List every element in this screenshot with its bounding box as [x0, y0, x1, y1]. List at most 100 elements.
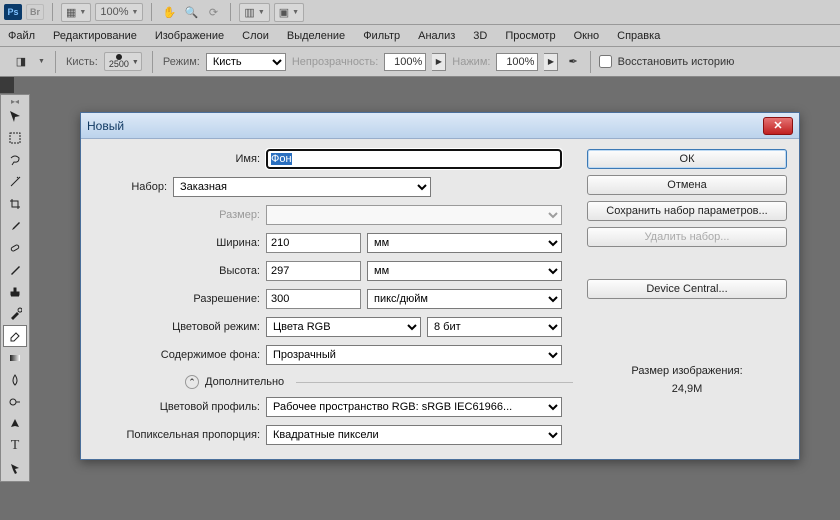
save-preset-button[interactable]: Сохранить набор параметров... [587, 201, 787, 221]
arrange-documents[interactable]: ▥▼ [239, 3, 269, 22]
color-mode-select[interactable]: Цвета RGB [266, 317, 421, 337]
height-label: Высота: [106, 265, 266, 277]
blur-tool[interactable] [3, 369, 27, 391]
dialog-titlebar[interactable]: Новый ✕ [81, 113, 799, 139]
dodge-tool[interactable] [3, 391, 27, 413]
menu-layer[interactable]: Слои [242, 30, 269, 42]
mode-label: Режим: [163, 56, 200, 68]
brush-preset-picker[interactable]: 2500 ▼ [104, 52, 142, 71]
opacity-value[interactable]: 100% [384, 53, 426, 71]
tab-well[interactable] [0, 77, 14, 93]
preset-label: Набор: [93, 181, 173, 193]
stamp-tool[interactable] [3, 281, 27, 303]
pen-tool[interactable] [3, 413, 27, 435]
dialog-title: Новый [87, 119, 124, 133]
app-bar: Ps Br ▦▼ 100%▼ ✋ 🔍 ⟳ ▥▼ ▣▼ [0, 0, 840, 25]
move-tool[interactable] [3, 105, 27, 127]
menu-edit[interactable]: Редактирование [53, 30, 137, 42]
bridge-icon[interactable]: Br [26, 4, 44, 20]
eraser-tool[interactable] [3, 325, 27, 347]
erase-history-label: Восстановить историю [618, 56, 735, 68]
wand-icon [8, 175, 22, 189]
dialog-form: Имя: Набор: Заказная Размер: Ширина: мм [93, 149, 573, 445]
wand-tool[interactable] [3, 171, 27, 193]
opacity-label: Непрозрачность: [292, 56, 378, 68]
brush-icon [8, 263, 22, 277]
menu-select[interactable]: Выделение [287, 30, 345, 42]
screen-icon: ▣ [279, 6, 289, 19]
path-select-tool[interactable] [3, 457, 27, 479]
color-profile-select[interactable]: Рабочее пространство RGB: sRGB IEC61966.… [266, 397, 562, 417]
eraser-tool-icon[interactable]: ◨ [10, 53, 32, 71]
ok-button[interactable]: ОК [587, 149, 787, 169]
mode-select[interactable]: Кисть [206, 53, 286, 71]
eyedropper-tool[interactable] [3, 215, 27, 237]
launch-menu[interactable]: ▦▼ [61, 3, 91, 22]
name-label: Имя: [93, 153, 266, 165]
crop-tool[interactable] [3, 193, 27, 215]
menu-filter[interactable]: Фильтр [363, 30, 400, 42]
screen-mode[interactable]: ▣▼ [274, 3, 304, 22]
color-profile-label: Цветовой профиль: [106, 401, 266, 413]
pixel-aspect-label: Попиксельная пропорция: [106, 429, 266, 441]
history-brush-icon [8, 307, 22, 321]
background-select[interactable]: Прозрачный [266, 345, 562, 365]
size-label: Размер: [106, 209, 266, 221]
flow-label: Нажим: [452, 56, 490, 68]
resolution-input[interactable] [266, 289, 361, 309]
height-unit-select[interactable]: мм [367, 261, 562, 281]
menu-help[interactable]: Справка [617, 30, 660, 42]
flow-value[interactable]: 100% [496, 53, 538, 71]
name-input[interactable] [266, 149, 562, 169]
film-icon: ▦ [66, 6, 76, 19]
history-brush-tool[interactable] [3, 303, 27, 325]
menu-window[interactable]: Окно [574, 30, 600, 42]
grid-icon: ▥ [244, 6, 254, 19]
resolution-unit-select[interactable]: пикс/дюйм [367, 289, 562, 309]
menu-3d[interactable]: 3D [473, 30, 487, 42]
zoom-icon[interactable]: 🔍 [182, 3, 200, 21]
brush-label: Кисть: [66, 56, 98, 68]
marquee-icon [8, 131, 22, 145]
close-icon: ✕ [773, 119, 782, 132]
stamp-icon [8, 285, 22, 299]
lasso-tool[interactable] [3, 149, 27, 171]
advanced-toggle[interactable]: ⌃ Дополнительно [185, 375, 573, 389]
preset-select[interactable]: Заказная [173, 177, 431, 197]
resolution-label: Разрешение: [106, 293, 266, 305]
menu-view[interactable]: Просмотр [505, 30, 555, 42]
device-central-button[interactable]: Device Central... [587, 279, 787, 299]
height-input[interactable] [266, 261, 361, 281]
rotate-view-icon[interactable]: ⟳ [204, 3, 222, 21]
width-label: Ширина: [106, 237, 266, 249]
type-icon: T [11, 438, 20, 454]
marquee-tool[interactable] [3, 127, 27, 149]
pixel-aspect-select[interactable]: Квадратные пиксели [266, 425, 562, 445]
brush-tool[interactable] [3, 259, 27, 281]
type-tool[interactable]: T [3, 435, 27, 457]
delete-preset-button[interactable]: Удалить набор... [587, 227, 787, 247]
airbrush-icon[interactable]: ✒ [568, 55, 577, 68]
width-input[interactable] [266, 233, 361, 253]
menu-analysis[interactable]: Анализ [418, 30, 455, 42]
close-button[interactable]: ✕ [763, 117, 793, 135]
menu-image[interactable]: Изображение [155, 30, 224, 42]
menu-file[interactable]: Файл [8, 30, 35, 42]
toolbox-grip[interactable]: ▸◂ [1, 97, 29, 105]
pen-icon [8, 417, 22, 431]
erase-history-checkbox[interactable] [599, 55, 612, 68]
gradient-tool[interactable] [3, 347, 27, 369]
image-size-value: 24,9M [631, 383, 742, 395]
size-select[interactable] [266, 205, 562, 225]
hand-icon[interactable]: ✋ [160, 3, 178, 21]
move-icon [8, 109, 22, 123]
width-unit-select[interactable]: мм [367, 233, 562, 253]
photoshop-icon[interactable]: Ps [4, 4, 22, 20]
color-depth-select[interactable]: 8 бит [427, 317, 562, 337]
dodge-icon [8, 395, 22, 409]
cancel-button[interactable]: Отмена [587, 175, 787, 195]
zoom-chip[interactable]: 100%▼ [95, 3, 143, 21]
flow-flyout[interactable]: ▶ [544, 53, 558, 71]
healing-tool[interactable] [3, 237, 27, 259]
opacity-flyout[interactable]: ▶ [432, 53, 446, 71]
